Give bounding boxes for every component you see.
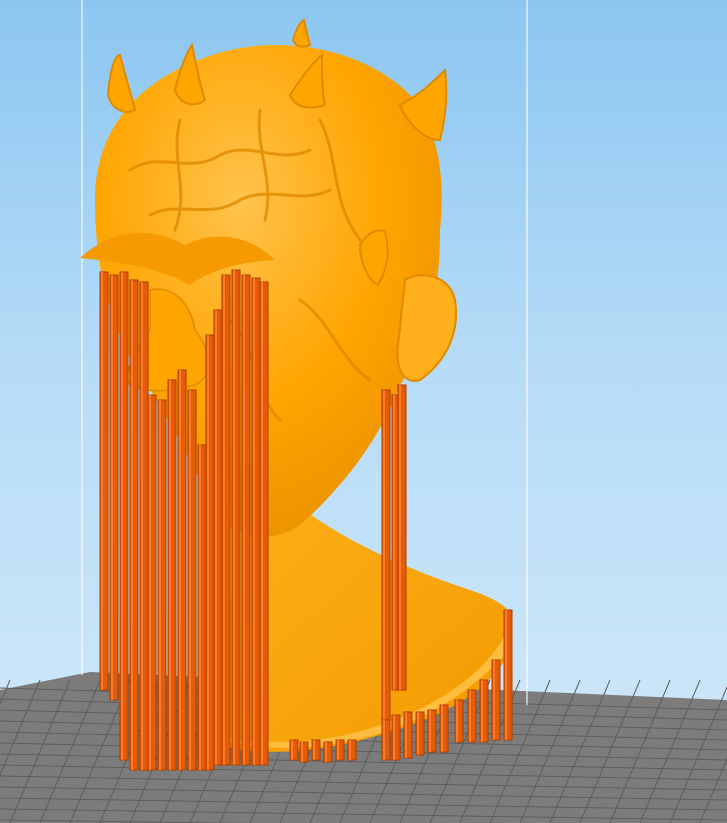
support-column	[479, 679, 489, 743]
support-column	[381, 389, 391, 721]
support-column	[454, 699, 464, 743]
support-column	[205, 334, 215, 771]
support-column	[231, 269, 241, 766]
support-column	[289, 739, 299, 761]
support-column	[147, 394, 157, 771]
support-column	[491, 659, 501, 741]
support-column	[139, 281, 149, 771]
support-column	[251, 277, 261, 766]
support-column	[427, 709, 437, 753]
3d-viewport[interactable]	[0, 0, 727, 823]
support-column	[187, 389, 197, 771]
support-column	[167, 379, 177, 771]
support-column	[381, 719, 391, 761]
support-column	[129, 279, 139, 771]
support-column	[99, 271, 109, 691]
support-column	[311, 739, 321, 761]
support-column	[391, 714, 401, 761]
support-column	[213, 309, 223, 766]
support-column	[503, 609, 513, 741]
support-column	[259, 281, 269, 766]
support-column	[299, 741, 309, 763]
support-column	[157, 399, 167, 771]
support-column	[415, 711, 425, 756]
support-column	[323, 741, 333, 763]
support-column	[241, 274, 251, 766]
support-column	[403, 711, 413, 759]
support-column	[119, 271, 129, 761]
support-column	[177, 369, 187, 771]
scene-canvas[interactable]	[0, 0, 727, 823]
support-column	[439, 704, 449, 753]
support-column	[197, 444, 207, 771]
support-column	[467, 689, 477, 743]
support-column	[335, 739, 345, 761]
support-column	[109, 274, 119, 701]
support-column	[221, 274, 231, 766]
bust-ear	[396, 274, 457, 382]
support-column	[347, 739, 357, 761]
support-column	[397, 384, 407, 691]
